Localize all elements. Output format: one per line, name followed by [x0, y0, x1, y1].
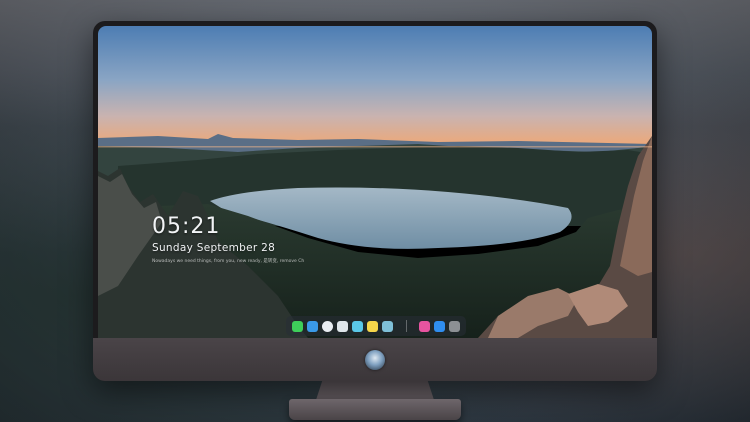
notes-icon[interactable] — [367, 320, 378, 332]
monitor-chin — [93, 338, 657, 381]
messages-icon[interactable] — [292, 320, 303, 332]
camera-icon[interactable] — [449, 320, 460, 332]
music-icon[interactable] — [419, 320, 430, 332]
lock-screen-date: Sunday September 28 — [152, 242, 276, 254]
app-store-icon[interactable] — [434, 320, 445, 332]
dock-group-left — [292, 320, 393, 332]
wallpaper — [98, 26, 652, 338]
photos-icon[interactable] — [382, 320, 393, 332]
files-icon[interactable] — [352, 320, 363, 332]
screen: 05:21 Sunday September 28 Nowadays we ne… — [98, 26, 652, 338]
monitor-stand-base — [289, 399, 461, 420]
brand-logo-icon — [365, 350, 385, 370]
finder-icon[interactable] — [307, 320, 318, 332]
preview-icon[interactable] — [337, 320, 348, 332]
lock-screen-time: 05:21 — [152, 214, 221, 239]
monitor: 05:21 Sunday September 28 Nowadays we ne… — [93, 21, 657, 381]
safari-icon[interactable] — [322, 320, 333, 332]
dock-group-right — [419, 320, 460, 332]
dock — [286, 316, 466, 336]
dock-separator — [405, 320, 407, 332]
lock-screen-subtitle: Nowadays we need things, from you, new r… — [152, 259, 305, 264]
